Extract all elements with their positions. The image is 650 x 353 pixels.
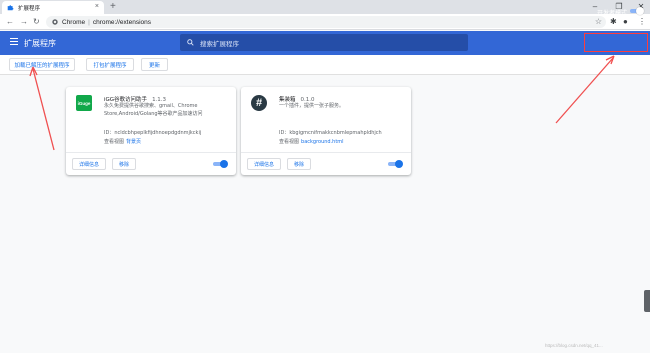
extension-name: iGG谷歌访问助手 1.1.3 (104, 97, 167, 103)
enable-toggle[interactable] (213, 160, 228, 168)
toggle-knob (395, 160, 403, 168)
url-text: chrome://extensions (92, 18, 151, 26)
site-name: Chrome (62, 18, 86, 26)
hash-logo: # (251, 95, 267, 111)
toggle-knob (220, 160, 228, 168)
extension-description: 一个插件，提供一张子服务。 (279, 103, 345, 109)
extensions-header: 扩展程序 搜索扩展程序 (0, 31, 650, 55)
update-button[interactable]: 更新 (141, 58, 168, 71)
details-button[interactable]: 详细信息 (72, 158, 106, 170)
extensions-icon[interactable]: ✱ (610, 16, 617, 28)
menu-icon[interactable]: ⋮ (638, 16, 646, 28)
hamburger-menu-icon[interactable] (10, 38, 18, 45)
remove-button[interactable]: 移除 (112, 158, 136, 170)
load-unpacked-button[interactable]: 加载已解压的扩展程序 (9, 58, 75, 71)
remove-button[interactable]: 移除 (287, 158, 311, 170)
card-divider (241, 152, 411, 153)
dev-mode-highlight (584, 33, 648, 52)
extension-id: ID：kbgigmcnifmakkcnbmlepmahpldhjch (279, 130, 382, 136)
view-link[interactable]: 背景页 (126, 139, 141, 145)
side-panel-tab[interactable] (644, 290, 650, 312)
puzzle-icon (7, 5, 14, 11)
card-divider (66, 152, 236, 153)
chrome-icon (52, 19, 58, 25)
back-button[interactable]: ← (6, 16, 14, 27)
new-tab-button[interactable]: + (110, 1, 116, 12)
dev-mode-label: 开发者模式 (597, 11, 628, 17)
dev-mode-toggle[interactable] (630, 7, 644, 15)
details-button[interactable]: 详细信息 (247, 158, 281, 170)
extension-card-igg: iGuge iGG谷歌访问助手 1.1.3 永久免费提供谷歌搜索、gmail、Ch… (66, 87, 236, 175)
toggle-knob (636, 7, 644, 15)
forward-button[interactable]: → (20, 16, 28, 27)
view-link[interactable]: background.html (301, 139, 344, 145)
profile-icon[interactable]: ● (623, 16, 628, 28)
close-tab-icon[interactable]: × (95, 3, 99, 10)
enable-toggle[interactable] (388, 160, 403, 168)
extension-id: ID：ncldcbhpeplkfijdhnoepdgdnmjkckij (104, 130, 202, 136)
reload-button[interactable]: ↻ (33, 16, 40, 27)
page-title: 扩展程序 (24, 39, 56, 48)
extension-name: 集装箱 0.1.0 (279, 97, 315, 103)
extension-views: 查看视图 background.html (279, 139, 344, 145)
extension-views: 查看视图 背景页 (104, 139, 142, 145)
tab-extensions[interactable]: 扩展程序 × (2, 1, 104, 14)
pack-extension-button[interactable]: 打包扩展程序 (86, 58, 134, 71)
arrow-to-load-unpacked (32, 68, 55, 151)
tab-title: 扩展程序 (18, 5, 41, 12)
extension-description: 永久免费提供谷歌搜索、gmail、Chrome Store,Android/Go… (104, 103, 203, 117)
search-placeholder: 搜索扩展程序 (200, 40, 239, 48)
watermark: https://blog.csdn.net/qq_41... (545, 343, 603, 348)
search-input[interactable]: 搜索扩展程序 (180, 34, 468, 51)
dev-toolbar: 加载已解压的扩展程序 打包扩展程序 更新 (0, 55, 650, 75)
star-icon[interactable]: ☆ (595, 16, 602, 28)
igg-logo: iGuge (76, 95, 92, 111)
extension-card-container: # 集装箱 0.1.0 一个插件，提供一张子服务。 ID：kbgigmcnifma… (241, 87, 411, 175)
url-separator: | (88, 18, 90, 26)
tab-strip: 扩展程序 × + – ❐ ✕ (0, 0, 650, 14)
search-icon (187, 39, 194, 46)
browser-toolbar: ← → ↻ Chrome | chrome://extensions ☆ ✱ ●… (0, 14, 650, 30)
address-bar[interactable]: Chrome | chrome://extensions ☆ (46, 16, 606, 28)
